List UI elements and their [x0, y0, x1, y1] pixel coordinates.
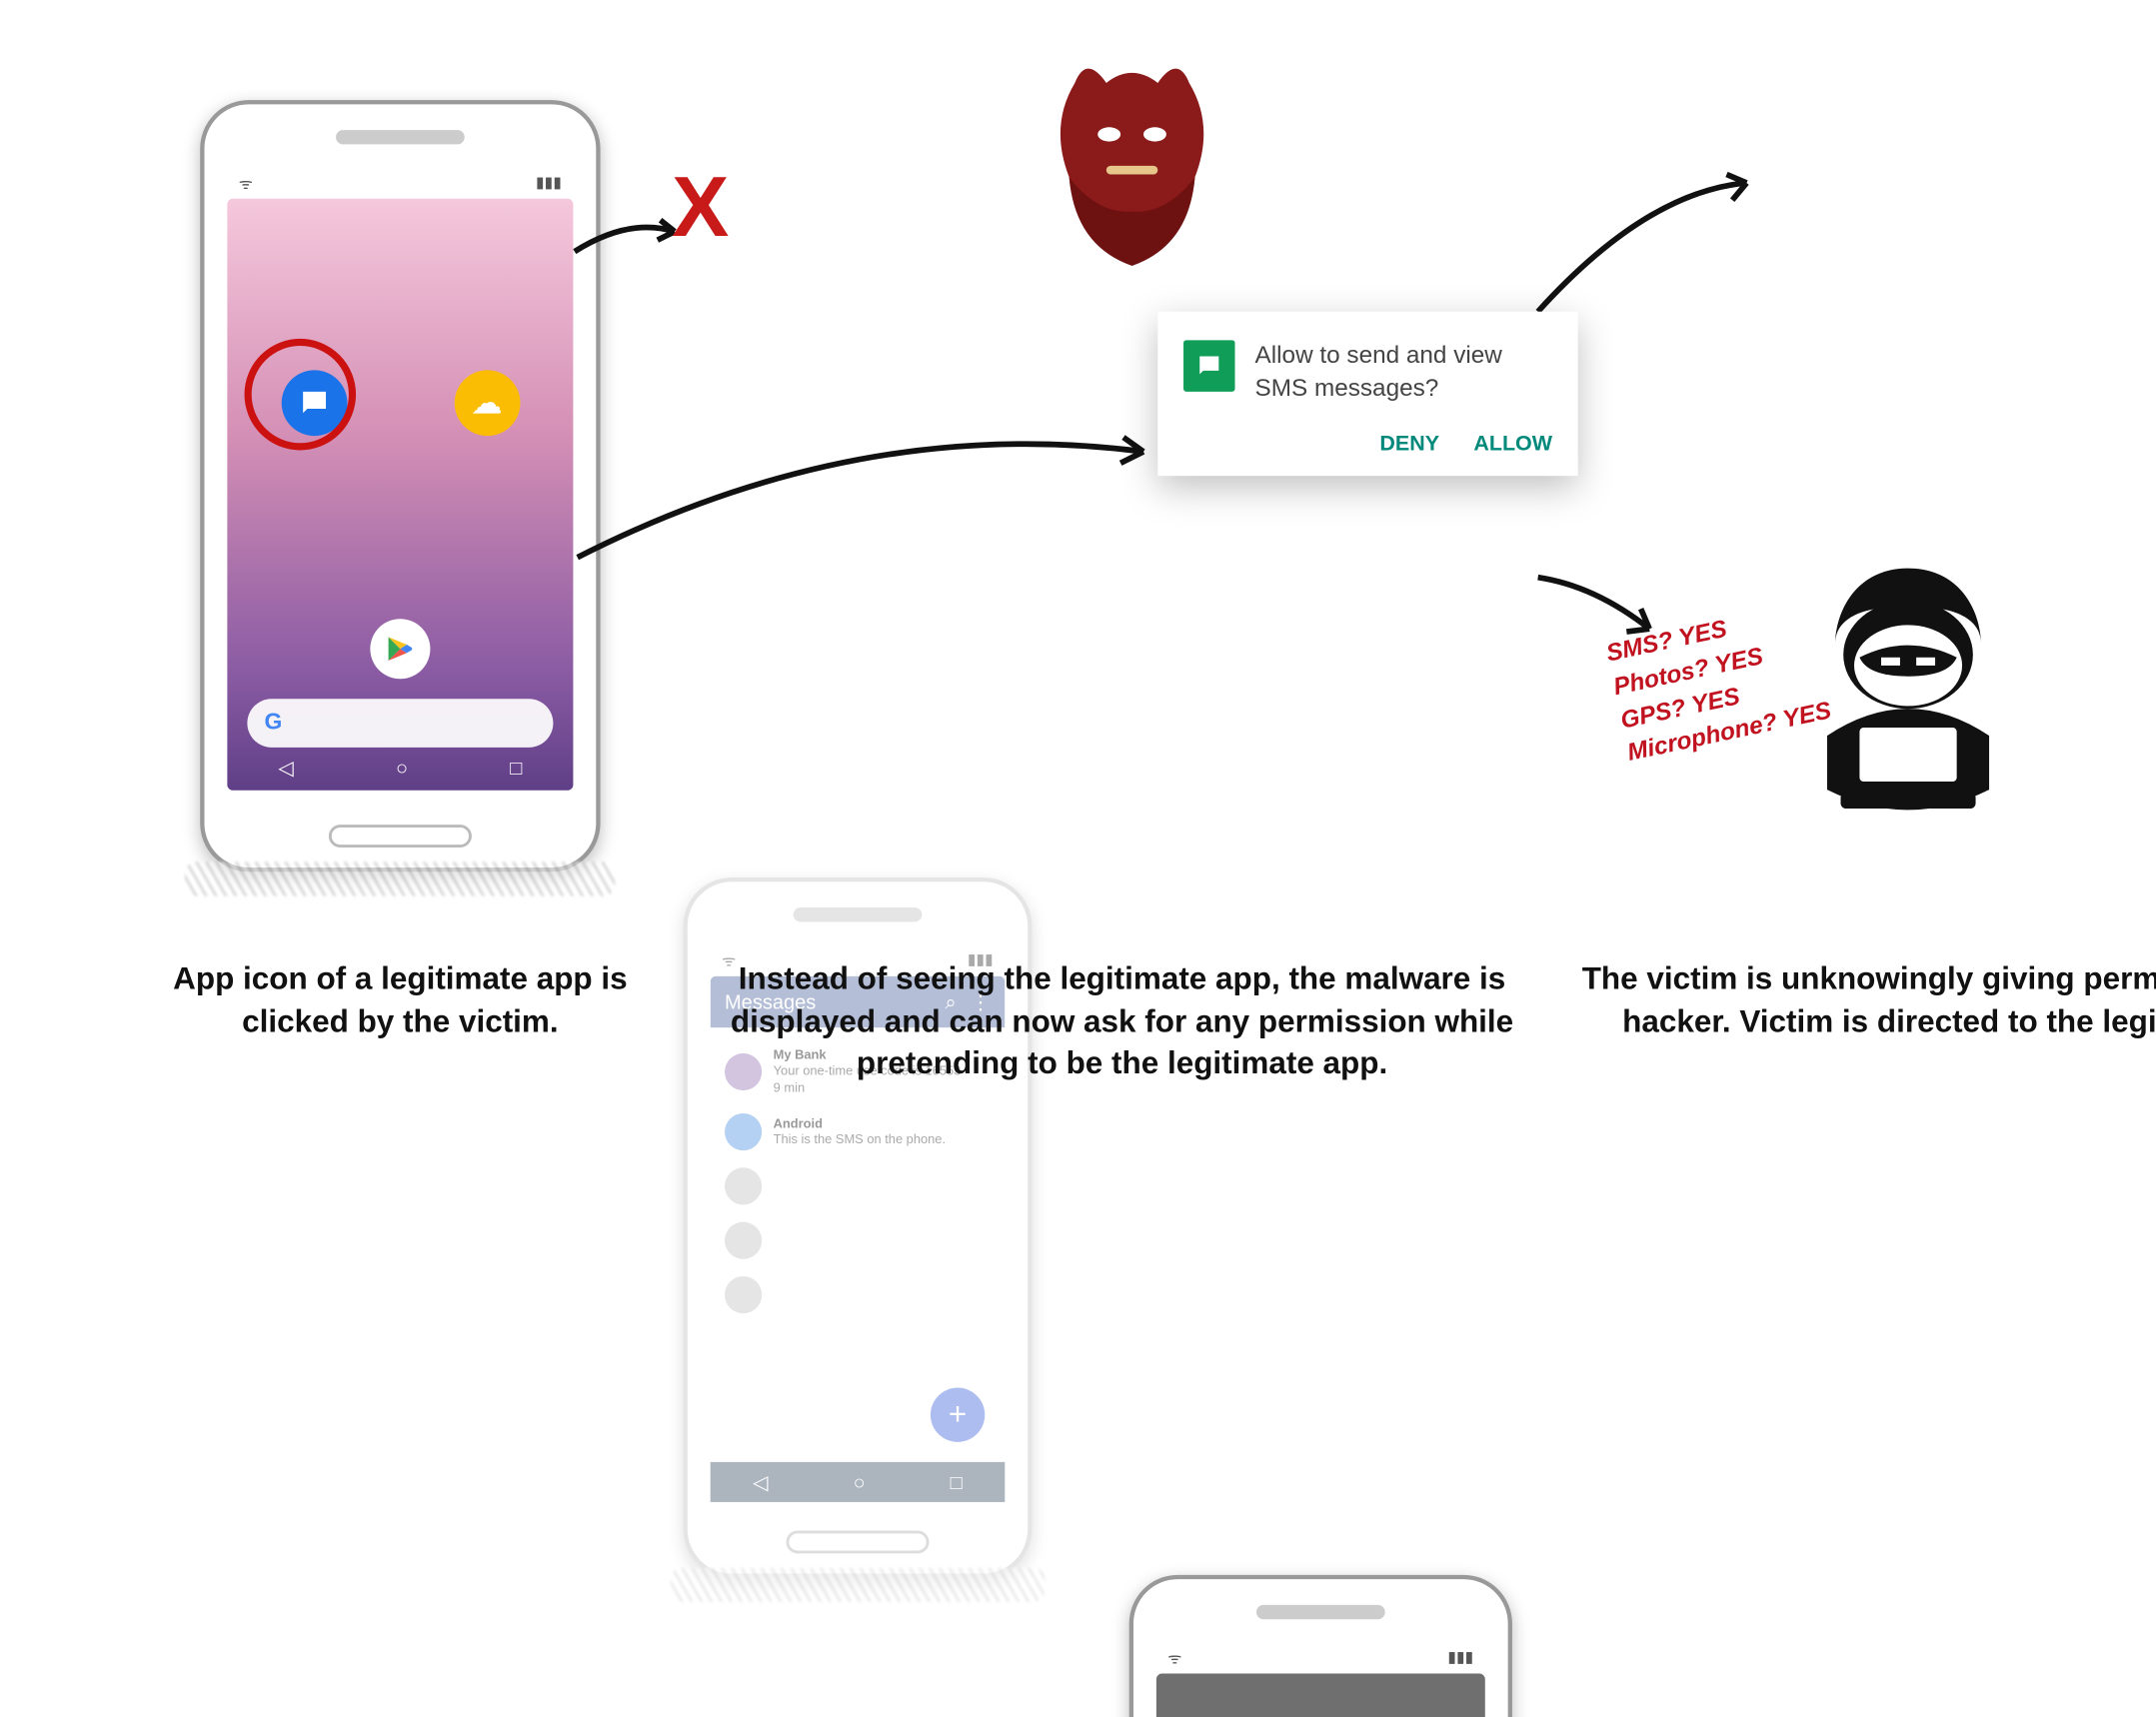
- message-item[interactable]: ​​: [725, 1267, 991, 1321]
- message-item[interactable]: ​​: [725, 1213, 991, 1267]
- phone-earpiece: [794, 907, 923, 921]
- devil-malware-icon: [1047, 54, 1218, 276]
- phone-home-button: [787, 1531, 930, 1554]
- arrow-to-legit-app: [1532, 169, 1761, 333]
- battery-icon: ▮▮▮: [536, 173, 562, 199]
- caption-step-3: The victim is unknowingly giving permiss…: [1572, 957, 2156, 1042]
- signal-icon: ᯤ: [239, 173, 253, 199]
- allow-button[interactable]: ALLOW: [1473, 432, 1552, 456]
- hacker-icon: [1786, 561, 2029, 838]
- phone-earpiece: [1256, 1605, 1385, 1619]
- android-nav-bar: ◁ ○ □: [711, 1462, 1006, 1502]
- phone-malware-permission: ᯤ▮▮▮ ◁ ○ □: [1129, 1575, 1512, 1717]
- avatar-icon: [725, 1167, 762, 1204]
- arrow-1-top: [572, 212, 686, 276]
- sms-permission-icon: [1183, 340, 1234, 391]
- google-search-bar[interactable]: G: [247, 699, 553, 748]
- red-x-mark: X: [672, 157, 729, 256]
- nav-home-icon[interactable]: ○: [396, 756, 408, 779]
- deny-button[interactable]: DENY: [1379, 432, 1439, 456]
- compose-fab[interactable]: +: [931, 1388, 985, 1442]
- homescreen: ☁ G: [227, 199, 573, 791]
- phone-home-button: [329, 825, 472, 848]
- avatar-icon: [725, 1113, 762, 1150]
- google-g-icon: G: [265, 711, 283, 737]
- play-store-icon[interactable]: [370, 619, 430, 679]
- weather-app-icon[interactable]: ☁: [454, 370, 520, 436]
- avatar-icon: [725, 1221, 762, 1258]
- phone-earpiece: [336, 130, 465, 144]
- avatar-icon: [725, 1276, 762, 1313]
- status-bar: ᯤ ▮▮▮: [227, 173, 573, 199]
- message-item[interactable]: AndroidThis is the SMS on the phone.: [725, 1104, 991, 1158]
- dimmed-screen: [1156, 1674, 1485, 1717]
- permission-dialog: Allow to send and view SMS messages? DEN…: [1157, 312, 1577, 476]
- message-item[interactable]: ​​: [725, 1158, 991, 1212]
- permission-text: Allow to send and view SMS messages?: [1255, 340, 1552, 406]
- nav-back-icon[interactable]: ◁: [278, 756, 293, 780]
- nav-recent-icon[interactable]: □: [951, 1470, 963, 1493]
- status-bar: ᯤ▮▮▮: [1156, 1648, 1485, 1674]
- arrow-1-bottom: [572, 400, 1157, 579]
- caption-step-1: App icon of a legitimate app is clicked …: [143, 957, 658, 1042]
- nav-back-icon[interactable]: ◁: [753, 1470, 768, 1494]
- nav-recent-icon[interactable]: □: [510, 756, 522, 779]
- android-nav-bar: ◁ ○ □: [227, 748, 573, 788]
- caption-step-2: Instead of seeing the legitimate app, th…: [715, 957, 1529, 1084]
- nav-home-icon[interactable]: ○: [854, 1470, 866, 1493]
- highlight-circle: [245, 339, 357, 451]
- phone-homescreen: ᯤ ▮▮▮ ☁ G ◁ ○ □: [200, 100, 600, 871]
